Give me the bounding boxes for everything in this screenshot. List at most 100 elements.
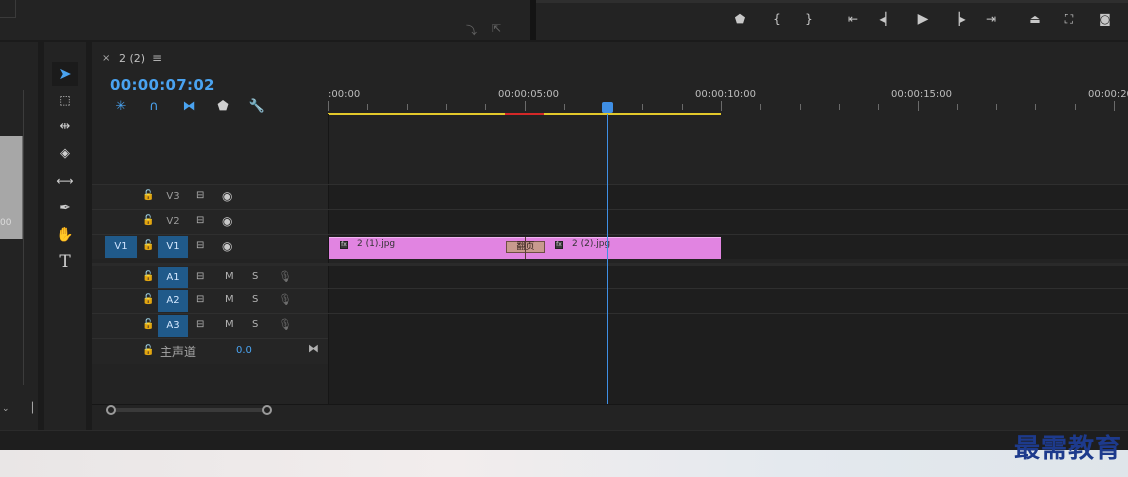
sync-lock-icon[interactable]: ⊟ — [196, 271, 204, 282]
eye-icon[interactable]: ◉ — [222, 214, 232, 228]
ruler-label: :00:00 — [328, 89, 361, 100]
sync-lock-icon[interactable]: ⊟ — [196, 319, 204, 330]
track-name[interactable]: A2 — [158, 290, 188, 312]
program-monitor-controls: ⬟ { } ⇤ ◂▏ ▶ ▕▸ ⇥ ⏏ ⛶ ◙ — [536, 0, 1128, 40]
edit-point — [525, 237, 526, 259]
lock-icon[interactable]: 🔓 — [142, 215, 154, 226]
ruler-tick — [328, 101, 329, 111]
playhead-handle[interactable] — [602, 102, 613, 113]
export-frame-camera-icon[interactable]: ◙ — [1096, 10, 1114, 28]
lock-icon[interactable]: 🔓 — [142, 240, 154, 251]
mute-button[interactable]: M — [225, 319, 234, 330]
type-tool-icon[interactable]: T — [52, 250, 78, 274]
chevron-down-icon[interactable]: ⌄ — [2, 404, 10, 414]
sync-lock-icon[interactable]: ⊟ — [196, 190, 204, 201]
ripple-edit-tool-icon[interactable]: ⇹ — [52, 115, 78, 139]
lock-icon[interactable]: 🔓 — [142, 319, 154, 330]
source-time-fragment: 00 — [0, 218, 12, 228]
go-to-in-icon[interactable]: ⇤ — [844, 10, 862, 28]
track-v3: 🔓 V3 ⊟ ◉ — [92, 184, 1128, 209]
time-ruler[interactable]: :00:00 00:00:05:00 00:00:10:00 00:00:15:… — [328, 84, 1128, 115]
track-name[interactable]: A3 — [158, 315, 188, 337]
eye-icon[interactable]: ◉ — [222, 239, 232, 253]
selection-tool-icon[interactable]: ➤ — [52, 62, 78, 86]
add-marker-timeline-icon[interactable]: ⬟ — [214, 98, 232, 116]
sequence-tab-name[interactable]: 2 (2) — [119, 52, 145, 65]
go-to-end-icon[interactable]: ⧓ — [308, 342, 319, 355]
top-left-panel: ⤵ ⇱ — [0, 0, 530, 40]
step-back-icon[interactable]: ◂▏ — [878, 10, 896, 28]
track-header: 🔓 A1 ⊟ M S 🎙 — [92, 266, 328, 290]
panel-menu-icon[interactable]: ≡ — [152, 51, 162, 65]
lock-icon[interactable]: 🔓 — [142, 190, 154, 201]
lock-icon[interactable]: 🔓 — [142, 345, 154, 356]
nest-sequence-icon[interactable]: ✳ — [112, 98, 130, 116]
clip-2-1[interactable]: fx 2 (1).jpg — [329, 237, 525, 259]
play-icon[interactable]: ▶ — [914, 10, 932, 28]
track-lane[interactable] — [329, 266, 1128, 290]
lock-icon[interactable]: 🔓 — [142, 294, 154, 305]
source-panel-border — [23, 90, 24, 385]
voice-over-icon[interactable]: 🎙 — [278, 318, 292, 331]
timeline-panel: × 2 (2) ≡ 00:00:07:02 ✳ ∩ ⧓ ⬟ 🔧 :00:00 0… — [92, 42, 1128, 430]
track-name[interactable]: A1 — [158, 267, 188, 289]
slip-tool-icon[interactable]: ⟷ — [52, 169, 78, 193]
program-scrub-bar[interactable] — [536, 0, 1128, 3]
scroll-handle-left[interactable] — [106, 405, 116, 415]
razor-tool-icon[interactable]: ◈ — [52, 142, 78, 166]
track-name[interactable]: V1 — [158, 236, 188, 258]
sync-lock-icon[interactable]: ⊟ — [196, 240, 204, 251]
mark-out-icon[interactable]: } — [801, 10, 817, 28]
solo-button[interactable]: S — [252, 294, 258, 305]
track-lane[interactable] — [329, 314, 1128, 338]
track-master: 🔓 主声道 0.0 ⧓ — [92, 338, 328, 364]
track-name[interactable]: V2 — [158, 211, 188, 233]
track-lane[interactable] — [329, 185, 1128, 209]
step-forward-icon[interactable]: ▕▸ — [949, 10, 967, 28]
snap-icon[interactable]: ∩ — [145, 98, 163, 116]
source-patch-v1[interactable]: V1 — [105, 236, 137, 258]
playhead-timecode[interactable]: 00:00:07:02 — [110, 76, 215, 94]
ruler-label: 00:00:20 — [1088, 89, 1128, 100]
master-lane[interactable] — [329, 338, 1128, 404]
solo-button[interactable]: S — [252, 271, 258, 282]
clip-2-2[interactable]: fx 2 (2).jpg — [525, 237, 721, 259]
panel-resize-handle[interactable]: ▏ — [32, 403, 40, 414]
track-select-tool-icon[interactable]: ⬚ — [52, 88, 78, 112]
horizontal-zoom-scrollbar[interactable] — [106, 405, 272, 415]
linked-selection-icon[interactable]: ⧓ — [180, 98, 198, 116]
lock-icon[interactable]: 🔓 — [142, 271, 154, 282]
voice-over-icon[interactable]: 🎙 — [278, 293, 292, 306]
extract-icon[interactable]: ⛶ — [1058, 10, 1080, 28]
mute-button[interactable]: M — [225, 271, 234, 282]
go-to-out-icon[interactable]: ⇥ — [982, 10, 1000, 28]
track-lane[interactable]: fx 2 (1).jpg fx 2 (2).jpg 翻页 — [329, 235, 1128, 259]
scroll-handle-right[interactable] — [262, 405, 272, 415]
track-name[interactable]: V3 — [158, 186, 188, 208]
sync-lock-icon[interactable]: ⊟ — [196, 294, 204, 305]
ruler-tick — [799, 104, 801, 110]
insert-icon[interactable]: ⤵ — [466, 22, 477, 38]
settings-wrench-icon[interactable]: 🔧 — [248, 98, 266, 116]
mute-button[interactable]: M — [225, 294, 234, 305]
mark-in-icon[interactable]: { — [769, 10, 785, 28]
track-lane[interactable] — [329, 289, 1128, 313]
pen-tool-icon[interactable]: ✒ — [52, 196, 78, 220]
close-tab-icon[interactable]: × — [102, 53, 110, 64]
track-header: V1 🔓 V1 ⊟ ◉ — [92, 235, 328, 259]
hand-tool-icon[interactable]: ✋ — [52, 223, 78, 247]
fx-icon: fx — [555, 241, 563, 249]
track-lane[interactable] — [329, 210, 1128, 234]
scroll-track[interactable] — [106, 408, 270, 412]
add-marker-icon[interactable]: ⬟ — [732, 10, 748, 28]
sync-lock-icon[interactable]: ⊟ — [196, 215, 204, 226]
eye-icon[interactable]: ◉ — [222, 189, 232, 203]
playhead-line[interactable] — [607, 114, 608, 404]
lift-icon[interactable]: ⏏ — [1024, 10, 1046, 28]
master-volume-value[interactable]: 0.0 — [236, 345, 252, 356]
ruler-tick — [760, 104, 762, 110]
ruler-tick — [367, 104, 369, 110]
voice-over-icon[interactable]: 🎙 — [278, 270, 292, 283]
export-frame-icon[interactable]: ⇱ — [492, 22, 501, 35]
solo-button[interactable]: S — [252, 319, 258, 330]
